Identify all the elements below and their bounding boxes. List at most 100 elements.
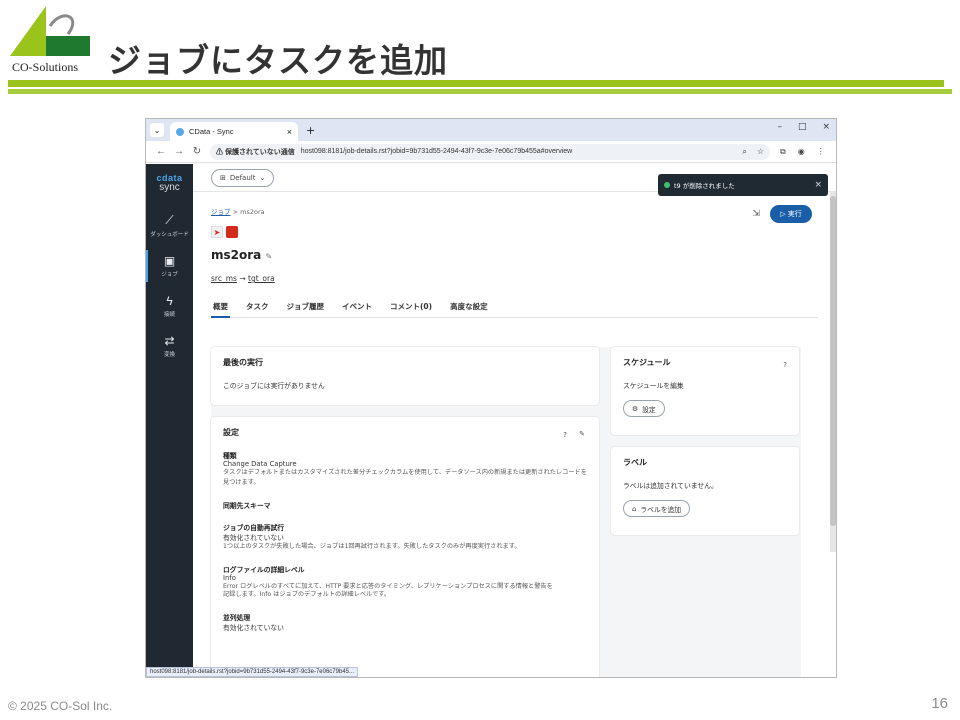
gear-icon: ⚙ bbox=[632, 404, 639, 413]
connection-path: src_ms → tgt_ora bbox=[211, 274, 818, 283]
header-divider bbox=[8, 80, 944, 87]
forward-icon[interactable]: → bbox=[170, 146, 188, 157]
minimize-icon[interactable]: – bbox=[777, 122, 782, 132]
slide-title: ジョブにタスクを追加 bbox=[108, 41, 448, 80]
chevron-down-icon: ⌄ bbox=[259, 173, 266, 182]
destination-link[interactable]: tgt_ora bbox=[248, 274, 275, 283]
profile-icon[interactable]: ◉ bbox=[798, 147, 805, 157]
sidebar-item-connections[interactable]: ϟ 接続 bbox=[146, 288, 193, 324]
job-name: ms2ora bbox=[211, 248, 262, 262]
menu-kebab-icon[interactable]: ⋮ bbox=[817, 147, 825, 157]
help-icon[interactable]: ? bbox=[563, 431, 567, 439]
workspace-selector[interactable]: ⊞ Default ⌄ bbox=[211, 168, 275, 187]
bolt-icon: ϟ bbox=[166, 294, 173, 308]
tab-advanced[interactable]: 高度な設定 bbox=[448, 301, 490, 312]
add-label-button[interactable]: ⌂ ラベルを追加 bbox=[623, 500, 691, 517]
maximize-icon[interactable]: □ bbox=[798, 122, 807, 132]
parallel-value: 有効化されていない bbox=[223, 623, 284, 632]
card-title: スケジュール bbox=[623, 358, 671, 367]
parallel-label: 並列処理 bbox=[223, 613, 251, 622]
type-desc: タスクはデフォルトまたはカスタマイズされた差分チェックカラムを使用して、データソ… bbox=[223, 469, 587, 486]
sidebar-item-label: 接続 bbox=[163, 312, 175, 318]
card-title: 設定 bbox=[223, 428, 239, 437]
sidebar-item-transform[interactable]: ⇄ 変換 bbox=[146, 328, 193, 364]
schedule-text: スケジュールを編集 bbox=[623, 382, 684, 390]
sidebar-item-label: ダッシュボード bbox=[150, 232, 189, 238]
labels-card: ラベル ラベルは追加されていません。 ⌂ ラベルを追加 bbox=[611, 447, 799, 535]
reload-icon[interactable]: ↻ bbox=[188, 146, 206, 157]
briefcase-icon: ▣ bbox=[163, 254, 176, 268]
source-link[interactable]: src_ms bbox=[211, 274, 237, 283]
cdata-favicon-icon bbox=[176, 127, 184, 136]
url-text[interactable]: host098:8181/job-details.rst?jobid=9b731… bbox=[301, 148, 572, 155]
tab-title: CData - Sync bbox=[189, 127, 234, 136]
success-icon bbox=[664, 182, 670, 188]
breadcrumb-separator: > bbox=[232, 208, 239, 216]
retry-value: 有効化されていない bbox=[223, 533, 284, 542]
button-label: ラベルを追加 bbox=[640, 505, 682, 514]
main-area: ⊞ Default ⌄ t9 が削除されました × ジョブ > ms2ora ➤ bbox=[193, 164, 836, 677]
scrollbar[interactable] bbox=[830, 192, 836, 552]
help-icon[interactable]: ? bbox=[783, 361, 787, 369]
tab-close-icon[interactable]: × bbox=[287, 127, 292, 137]
card-title: 最後の実行 bbox=[223, 358, 263, 367]
edit-name-icon[interactable]: ✎ bbox=[265, 252, 272, 261]
schedule-settings-button[interactable]: ⚙ 設定 bbox=[623, 400, 665, 417]
toast-close-icon[interactable]: × bbox=[814, 180, 822, 190]
sidebar-item-jobs[interactable]: ▣ ジョブ bbox=[146, 248, 193, 284]
close-window-icon[interactable]: × bbox=[822, 122, 830, 132]
type-value: Change Data Capture bbox=[223, 460, 297, 468]
scrollbar-thumb[interactable] bbox=[830, 196, 836, 526]
page-number: 16 bbox=[931, 695, 948, 712]
back-icon[interactable]: ← bbox=[152, 146, 170, 157]
schedule-card: スケジュール ? スケジュールを編集 ⚙ 設定 bbox=[611, 347, 799, 435]
security-warning[interactable]: ⚠ 保護されていない通信 bbox=[216, 147, 295, 157]
browser-tab[interactable]: CData - Sync × bbox=[170, 122, 298, 141]
status-url: host098:8181/job-details.rst?jobid=9b731… bbox=[146, 667, 358, 677]
tab-dropdown-icon[interactable]: ⌄ bbox=[150, 123, 164, 137]
log-label: ログファイルの詳細レベル bbox=[223, 565, 305, 574]
sidebar-item-label: 変換 bbox=[163, 352, 175, 358]
address-bar-row: ← → ↻ ⚠ 保護されていない通信 host098:8181/job-deta… bbox=[146, 141, 836, 163]
copyright: © 2025 CO-Sol Inc. bbox=[8, 699, 113, 713]
tab-comments[interactable]: コメント(0) bbox=[388, 301, 434, 312]
last-run-text: このジョブには実行がありません bbox=[223, 382, 325, 390]
breadcrumb-jobs-link[interactable]: ジョブ bbox=[211, 208, 231, 216]
retry-desc: 1つ以上のタスクが失敗した場合、ジョブは1回再試行されます。失敗したタスクのみが… bbox=[223, 542, 521, 550]
run-button[interactable]: ▷ 実行 bbox=[770, 205, 812, 223]
tag-icon: ⌂ bbox=[632, 504, 637, 513]
tab-bar: ⌄ CData - Sync × + – □ × bbox=[146, 119, 836, 141]
schema-label: 同期先スキーマ bbox=[223, 501, 271, 510]
extensions-icon[interactable]: ⧉ bbox=[780, 147, 786, 157]
zoom-icon[interactable]: ⌕ bbox=[742, 147, 746, 157]
breadcrumb-current: ms2ora bbox=[240, 208, 265, 216]
logo-text: CO-Solutions bbox=[12, 60, 79, 74]
bookmark-star-icon[interactable]: ☆ bbox=[757, 147, 764, 157]
new-tab-button[interactable]: + bbox=[306, 124, 315, 137]
workspace-icon: ⊞ bbox=[220, 173, 226, 182]
sidebar-item-dashboard[interactable]: ⟋ ダッシュボード bbox=[146, 207, 193, 244]
labels-text: ラベルは追加されていません。 bbox=[623, 482, 718, 490]
job-tabs: 概要 タスク ジョブ履歴 イベント コメント(0) 高度な設定 bbox=[211, 301, 818, 318]
tab-history[interactable]: ジョブ履歴 bbox=[285, 301, 327, 312]
sqlserver-logo-icon: ➤ bbox=[211, 226, 223, 238]
type-label: 種類 bbox=[223, 452, 237, 460]
settings-card: 設定 ? ✎ 種類 Change Data Capture タスクはデフォルトま… bbox=[211, 417, 599, 677]
browser-window: ⌄ CData - Sync × + – □ × ← → ↻ ⚠ 保護されていな… bbox=[145, 118, 837, 678]
export-icon[interactable]: ⇲ bbox=[752, 209, 760, 219]
transform-icon: ⇄ bbox=[164, 334, 175, 348]
edit-settings-icon[interactable]: ✎ bbox=[579, 430, 585, 438]
tab-overview[interactable]: 概要 bbox=[211, 301, 230, 318]
cdata-sync-app: cdata sync ⟋ ダッシュボード ▣ ジョブ ϟ 接続 ⇄ 変換 ⊞ D… bbox=[146, 164, 836, 677]
last-run-card: 最後の実行 このジョブには実行がありません bbox=[211, 347, 599, 405]
toast-notification: t9 が削除されました × bbox=[658, 174, 828, 196]
chart-icon: ⟋ bbox=[165, 213, 174, 227]
tab-events[interactable]: イベント bbox=[340, 301, 374, 312]
log-value: Info bbox=[223, 573, 236, 582]
brand-bottom: sync bbox=[159, 182, 180, 193]
retry-label: ジョブの自動再試行 bbox=[223, 523, 285, 532]
toast-text: t9 が削除されました bbox=[674, 182, 735, 190]
address-bar[interactable]: ⚠ 保護されていない通信 host098:8181/job-details.rs… bbox=[210, 143, 770, 160]
tab-tasks[interactable]: タスク bbox=[244, 301, 271, 312]
oracle-logo-icon bbox=[226, 226, 238, 238]
